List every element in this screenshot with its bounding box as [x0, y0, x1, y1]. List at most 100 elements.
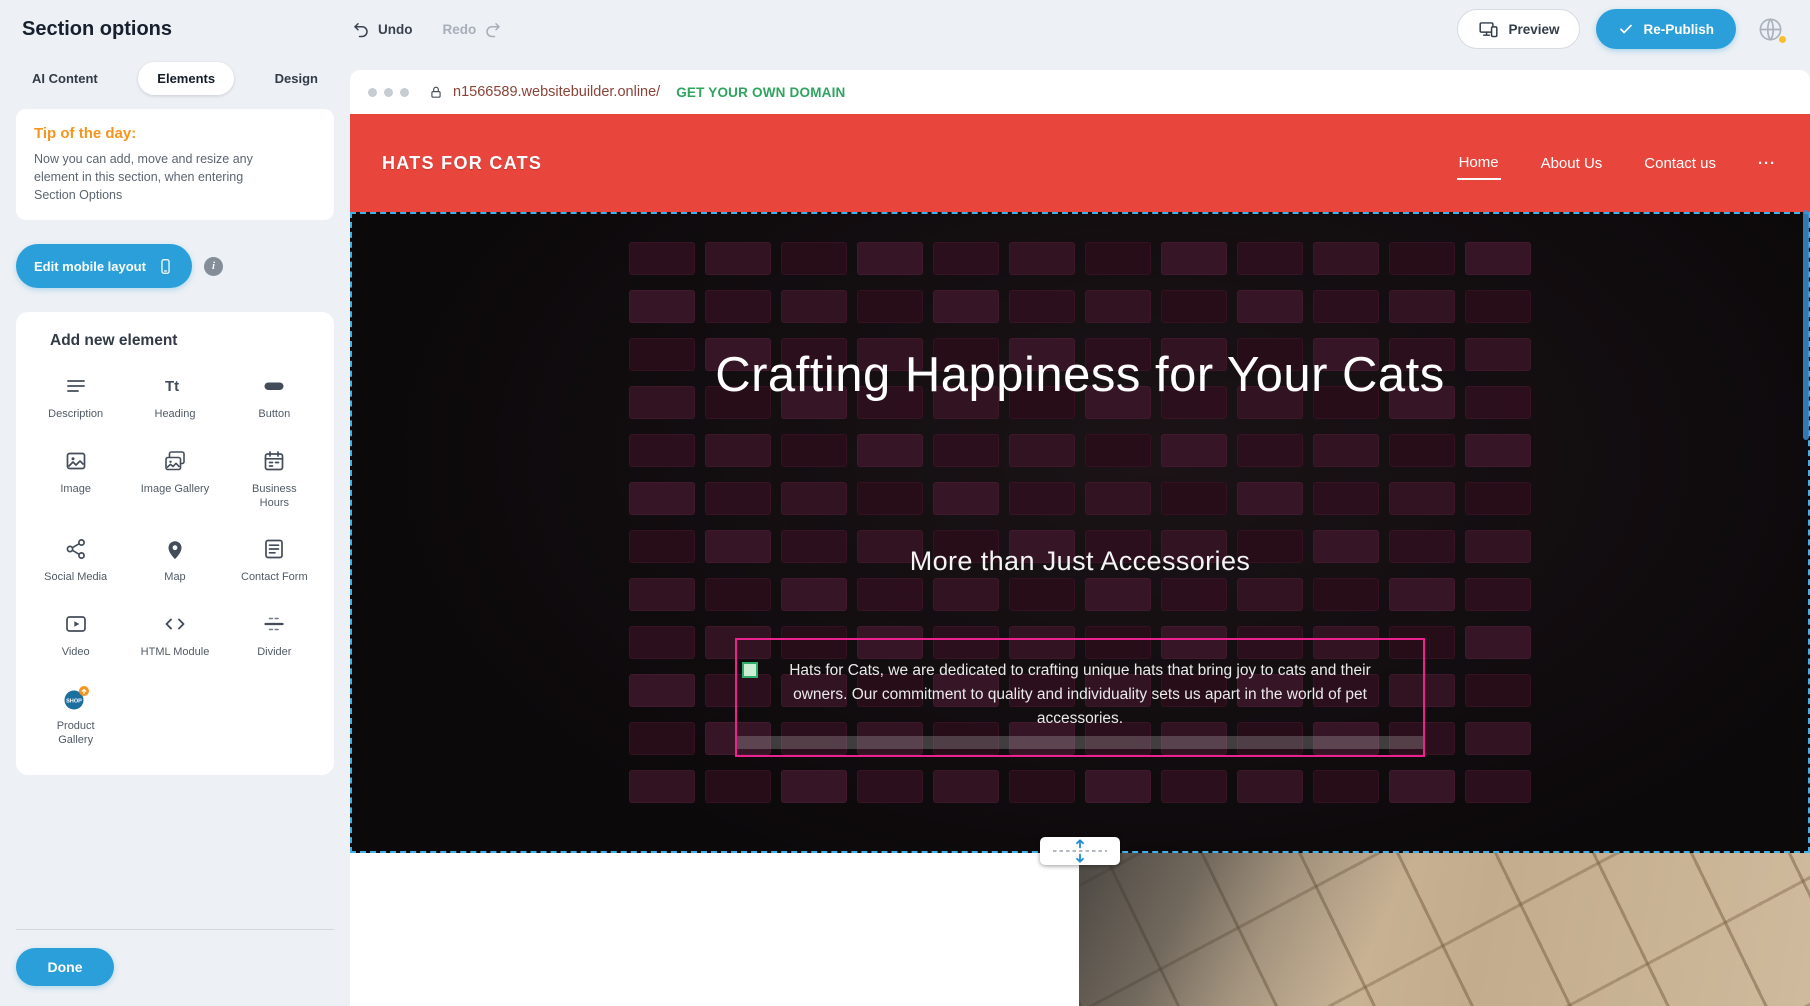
hero-tile	[1009, 290, 1075, 323]
tip-body: Now you can add, move and resize any ele…	[34, 150, 286, 204]
sidebar: AI Content Elements Design Tip of the day:…	[0, 58, 350, 1006]
site-viewport: HATS FOR CATS HomeAbout UsContact us··· …	[350, 114, 1810, 1006]
hero-tile	[1465, 434, 1531, 467]
element-item-contact-form[interactable]: Contact Form	[225, 535, 324, 584]
element-item-divider[interactable]: Divider	[225, 610, 324, 659]
mobile-layout-row: Edit mobile layout	[16, 244, 334, 288]
site-logo[interactable]: HATS FOR CATS	[382, 153, 542, 174]
element-item-label: Image	[60, 482, 91, 496]
hero-tile	[1313, 578, 1379, 611]
element-item-image[interactable]: Image	[26, 447, 125, 511]
hero-subheading[interactable]: More than Just Accessories	[352, 546, 1808, 577]
hero-tile	[781, 578, 847, 611]
tab-elements[interactable]: Elements	[138, 62, 234, 95]
element-item-heading[interactable]: TtHeading	[125, 372, 224, 421]
element-item-social-media[interactable]: Social Media	[26, 535, 125, 584]
scrollbar-thumb[interactable]	[1803, 210, 1809, 440]
hero-tile	[781, 482, 847, 515]
element-item-label: Social Media	[44, 570, 107, 584]
hero-tile	[933, 434, 999, 467]
hero-tile	[1161, 242, 1227, 275]
hero-tile	[1465, 482, 1531, 515]
element-item-map[interactable]: Map	[125, 535, 224, 584]
description-element-selection[interactable]: Hats for Cats, we are dedicated to craft…	[735, 638, 1425, 757]
topbar-actions: Preview Re-Publish	[1457, 9, 1788, 49]
hero-tile	[1085, 482, 1151, 515]
element-item-video[interactable]: Video	[26, 610, 125, 659]
language-globe-button[interactable]	[1752, 11, 1788, 47]
preview-button[interactable]: Preview	[1457, 9, 1580, 49]
nav-contact-us[interactable]: Contact us	[1642, 148, 1718, 179]
element-item-image-gallery[interactable]: Image Gallery	[125, 447, 224, 511]
element-item-label: Product Gallery	[39, 719, 113, 748]
hero-tile	[933, 242, 999, 275]
edit-mobile-layout-button[interactable]: Edit mobile layout	[16, 244, 192, 288]
nav-home[interactable]: Home	[1457, 147, 1501, 180]
hero-tile	[1009, 482, 1075, 515]
phone-icon	[157, 258, 174, 275]
undo-button[interactable]: Undo	[352, 20, 413, 38]
hero-description[interactable]: Hats for Cats, we are dedicated to craft…	[763, 659, 1397, 731]
element-item-button[interactable]: Button	[225, 372, 324, 421]
hero-tile	[1237, 770, 1303, 803]
element-item-html-module[interactable]: HTML Module	[125, 610, 224, 659]
hero-tile	[1161, 770, 1227, 803]
hero-tile	[1009, 434, 1075, 467]
business-hours-icon	[262, 447, 286, 475]
hero-tile	[1009, 770, 1075, 803]
hero-tile	[705, 578, 771, 611]
hero-tile	[1085, 290, 1151, 323]
hero-tile	[1237, 482, 1303, 515]
element-item-description[interactable]: Description	[26, 372, 125, 421]
hero-tile	[857, 242, 923, 275]
element-item-label: HTML Module	[141, 645, 210, 659]
window-dot	[400, 88, 409, 97]
element-grid: Description TtHeadingButton Image Image Gal…	[26, 372, 324, 747]
hero-tile	[781, 770, 847, 803]
browser-chrome: n1566589.websitebuilder.online/ GET YOUR…	[350, 70, 1810, 114]
hero-tile	[781, 290, 847, 323]
element-item-product-gallery[interactable]: SHOPProduct Gallery	[26, 684, 125, 748]
done-button[interactable]: Done	[16, 948, 114, 986]
hero-section[interactable]: Crafting Happiness for Your Cats More th…	[350, 212, 1810, 853]
section-resize-handle[interactable]	[1040, 837, 1120, 865]
next-section-white	[350, 853, 1079, 1006]
info-icon[interactable]	[204, 257, 223, 276]
hero-tile	[1465, 242, 1531, 275]
hero-tile	[1313, 290, 1379, 323]
hero-tile	[1085, 242, 1151, 275]
element-item-label: Description	[48, 407, 103, 421]
preview-devices-icon	[1478, 19, 1499, 40]
hero-tile	[1465, 722, 1531, 755]
hero-tile	[705, 482, 771, 515]
nav-about-us[interactable]: About Us	[1539, 148, 1605, 179]
heading-icon: Tt	[163, 372, 187, 400]
selection-handle[interactable]	[742, 662, 758, 678]
redo-icon	[484, 20, 502, 38]
contact-form-icon	[262, 535, 286, 563]
hero-tile	[1085, 770, 1151, 803]
divider-icon	[262, 610, 286, 638]
hero-tile	[629, 290, 695, 323]
hero-tile	[1389, 482, 1455, 515]
page-title: Section options	[22, 18, 352, 41]
tab-design[interactable]: Design	[273, 62, 320, 95]
hero-tile	[629, 626, 695, 659]
hero-tile	[1465, 290, 1531, 323]
nav-more[interactable]: ···	[1756, 148, 1778, 179]
get-domain-link[interactable]: GET YOUR OWN DOMAIN	[676, 85, 845, 100]
element-item-label: Map	[164, 570, 185, 584]
redo-button[interactable]: Redo	[443, 20, 503, 38]
hero-tile	[705, 770, 771, 803]
element-item-business-hours[interactable]: Business Hours	[225, 447, 324, 511]
tip-card: Tip of the day: Now you can add, move an…	[16, 109, 334, 220]
element-item-label: Video	[62, 645, 90, 659]
site-header: HATS FOR CATS Home About Us Contact us ···	[350, 114, 1810, 212]
hero-tile	[629, 674, 695, 707]
hero-heading[interactable]: Crafting Happiness for Your Cats	[620, 340, 1540, 411]
republish-button[interactable]: Re-Publish	[1596, 9, 1736, 49]
window-controls	[368, 88, 409, 97]
tab-ai-content[interactable]: AI Content	[30, 62, 100, 95]
site-url: n1566589.websitebuilder.online/	[453, 84, 660, 100]
browser-window: n1566589.websitebuilder.online/ GET YOUR…	[350, 70, 1810, 1006]
